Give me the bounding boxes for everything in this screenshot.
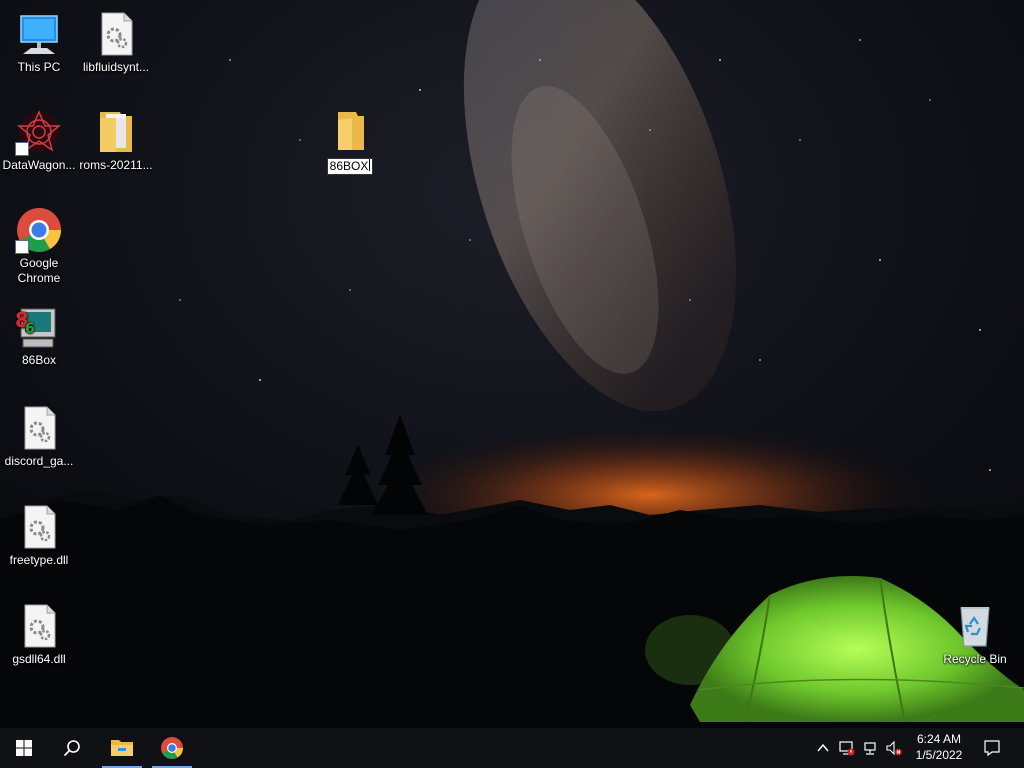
windows-logo-icon [16,740,32,756]
desktop-icon-label: gsdll64.dll [12,652,66,666]
desktop-icon-discord-game[interactable]: discord_ga... [1,404,77,469]
rename-textbox[interactable]: 86BOX [326,158,374,175]
dll-file-icon [15,404,63,452]
svg-text:6: 6 [25,321,35,337]
taskbar-clock[interactable]: 6:24 AM 1/5/2022 [908,731,970,765]
desktop-icon-86box[interactable]: 8 6 86Box [1,303,77,368]
desktop-icon-86box-folder[interactable]: 86BOX [312,108,388,175]
chrome-icon [161,737,183,759]
taskbar-file-explorer[interactable] [98,728,146,768]
desktop-icon-this-pc[interactable]: This PC [1,10,77,75]
desktop-icon-gsdll64-dll[interactable]: gsdll64.dll [1,602,77,667]
dll-file-icon [15,503,63,551]
chrome-icon [15,206,63,254]
desktop-icon-label: 86Box [21,353,57,367]
recycle-bin-icon [951,602,999,650]
action-center-icon[interactable] [983,739,1001,757]
86box-app-icon: 8 6 [15,303,63,351]
folder-icon [326,108,374,156]
desktop-icon-label: libfluidsynt... [82,60,150,74]
desktop-icon-google-chrome[interactable]: Google Chrome [1,206,77,286]
network-warning-icon[interactable] [839,740,855,756]
desktop-icon-label: roms-20211... [79,158,153,172]
dll-file-icon [92,10,140,58]
desktop-icon-recycle-bin[interactable]: Recycle Bin [937,602,1013,667]
clock-time: 6:24 AM [916,732,962,746]
shortcut-arrow-icon [15,142,29,156]
folder-icon [111,740,133,756]
network-disconnected-icon[interactable] [863,740,879,756]
volume-muted-icon[interactable] [886,740,902,756]
desktop-icon-libfluidsynth[interactable]: libfluidsynt... [78,10,154,75]
desktop-icon-label: This PC [17,60,61,74]
datawagon-app-icon [15,108,63,156]
desktop-icon-label: Recycle Bin [943,652,1007,666]
desktop-icon-label: DataWagon... [2,158,76,172]
search-button[interactable] [48,728,96,768]
desktop-icon-label: freetype.dll [9,553,69,567]
text-caret [369,159,371,171]
desktop-icon-label: Google Chrome [17,256,61,285]
desktop-icon-freetype-dll[interactable]: freetype.dll [1,503,77,568]
desktop-icon-label: discord_ga... [4,454,74,468]
clock-date: 1/5/2022 [915,748,963,762]
chevron-up-icon[interactable] [815,740,831,756]
search-icon [63,740,80,757]
desktop-icon-roms-folder[interactable]: roms-20211... [78,108,154,173]
start-button[interactable] [0,728,48,768]
desktop-icon-datawagon[interactable]: DataWagon... [1,108,77,173]
taskbar-google-chrome[interactable] [148,728,196,768]
shortcut-arrow-icon [15,240,29,254]
dll-file-icon [15,602,63,650]
rename-text: 86BOX [329,159,369,173]
monitor-icon [15,10,63,58]
taskbar: 6:24 AM 1/5/2022 [0,728,1024,768]
folder-icon [92,108,140,156]
